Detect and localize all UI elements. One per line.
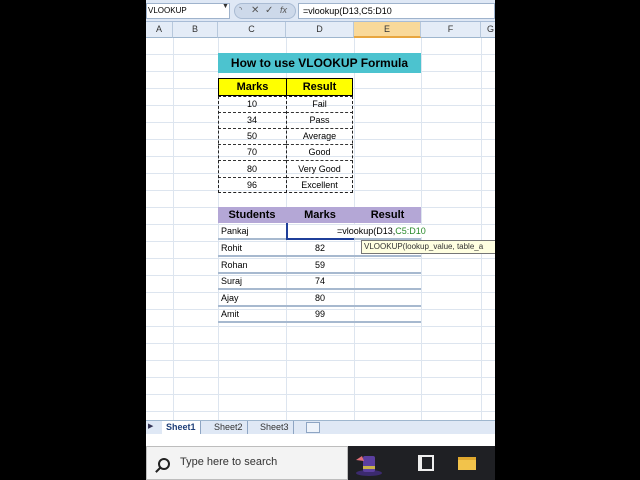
name-box-dropdown-icon[interactable]: ▼ bbox=[222, 3, 229, 10]
search-icon bbox=[158, 458, 170, 470]
insert-function-icon[interactable]: fx bbox=[280, 5, 287, 15]
student-name-cell[interactable]: Ajay bbox=[221, 290, 239, 306]
column-header-g[interactable]: G bbox=[481, 22, 495, 38]
in-cell-formula-prefix: =vlookup(D13, bbox=[337, 226, 396, 236]
table2-header-marks[interactable]: Marks bbox=[286, 207, 354, 223]
column-header-a[interactable]: A bbox=[146, 22, 173, 38]
excel-window: VLOOKUP ▼ ◝ ✕ ✓ fx =vlookup(D13,C5:D10 A… bbox=[146, 0, 495, 480]
student-name-cell[interactable]: Pankaj bbox=[221, 223, 249, 239]
tab-sheet2[interactable]: Sheet2 bbox=[210, 421, 248, 434]
gridline bbox=[173, 38, 174, 420]
insert-sheet-icon[interactable] bbox=[306, 422, 320, 433]
column-header-b[interactable]: B bbox=[173, 22, 218, 38]
student-name-cell[interactable]: Suraj bbox=[221, 273, 242, 289]
table1-header-marks[interactable]: Marks bbox=[218, 78, 287, 96]
sheet-tab-bar: ▶ Sheet1 Sheet2 Sheet3 bbox=[146, 420, 495, 434]
windows-taskbar: Type here to search bbox=[146, 446, 495, 480]
enter-icon[interactable]: ✓ bbox=[265, 5, 273, 16]
sheet-title[interactable]: How to use VLOOKUP Formula bbox=[218, 53, 421, 73]
name-box[interactable]: VLOOKUP bbox=[146, 3, 230, 19]
column-header-c[interactable]: C bbox=[218, 22, 286, 38]
search-placeholder: Type here to search bbox=[180, 456, 278, 468]
taskbar-search-box[interactable]: Type here to search bbox=[146, 446, 348, 480]
student-marks-cell[interactable]: 74 bbox=[286, 273, 354, 289]
expand-icon[interactable]: ◝ bbox=[239, 5, 242, 14]
student-marks-cell[interactable]: 59 bbox=[286, 257, 354, 273]
tab-nav-arrow-icon[interactable]: ▶ bbox=[148, 422, 153, 430]
tab-sheet1[interactable]: Sheet1 bbox=[162, 421, 201, 434]
student-marks-cell[interactable]: 80 bbox=[286, 290, 354, 306]
column-header-d[interactable]: D bbox=[286, 22, 354, 38]
table2-header-students[interactable]: Students bbox=[218, 207, 286, 223]
formula-input[interactable]: =vlookup(D13,C5:D10 bbox=[298, 3, 495, 19]
cancel-icon[interactable]: ✕ bbox=[251, 5, 259, 16]
student-name-cell[interactable]: Amit bbox=[221, 306, 239, 322]
table2-header-result[interactable]: Result bbox=[354, 207, 421, 223]
gridline bbox=[481, 38, 482, 420]
cortana-hat-icon[interactable] bbox=[354, 452, 384, 476]
formula-buttons: ◝ ✕ ✓ fx bbox=[234, 3, 296, 19]
student-marks-cell[interactable]: 99 bbox=[286, 306, 354, 322]
in-cell-formula-range: C5:D10 bbox=[395, 226, 426, 236]
column-header-f[interactable]: F bbox=[421, 22, 481, 38]
student-name-cell[interactable]: Rohit bbox=[221, 240, 242, 256]
file-explorer-icon[interactable] bbox=[458, 457, 476, 470]
tab-sheet3[interactable]: Sheet3 bbox=[256, 421, 294, 434]
task-view-icon[interactable] bbox=[418, 455, 434, 471]
marquee-divider bbox=[286, 96, 287, 193]
in-cell-formula[interactable]: =vlookup(D13,C5:D10 bbox=[337, 225, 426, 237]
function-tooltip[interactable]: VLOOKUP(lookup_value, table_a bbox=[361, 240, 495, 254]
student-marks-cell[interactable]: 82 bbox=[286, 240, 354, 256]
column-header-e[interactable]: E bbox=[354, 22, 421, 38]
formula-bar: VLOOKUP ▼ ◝ ✕ ✓ fx =vlookup(D13,C5:D10 bbox=[146, 0, 495, 22]
student-name-cell[interactable]: Rohan bbox=[221, 257, 248, 273]
table1-header-result[interactable]: Result bbox=[286, 78, 353, 96]
